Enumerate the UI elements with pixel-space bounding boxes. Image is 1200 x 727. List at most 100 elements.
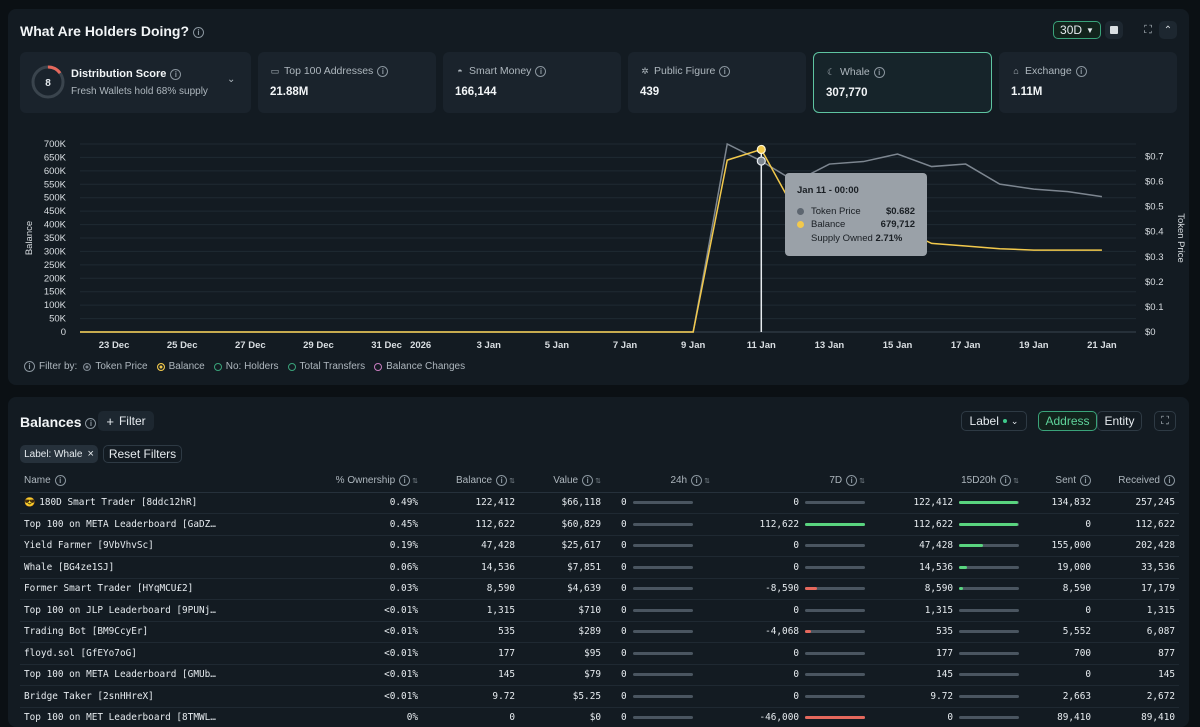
table-row[interactable]: Top 100 on META Leaderboard [GMUb… <0.01%… [20, 664, 1179, 686]
cell-received: 1,315 [1091, 599, 1179, 622]
close-icon[interactable]: × [87, 448, 93, 460]
info-icon[interactable]: i [1000, 475, 1012, 487]
chevron-down-icon[interactable]: ⌄ [227, 74, 235, 85]
cell-7d: 0 [710, 556, 865, 579]
cell-name[interactable]: Top 100 on JLP Leaderboard [9PUNj… [20, 599, 220, 622]
card-whale[interactable]: ☾ Whale i 307,770 [813, 52, 992, 113]
info-icon[interactable]: i [1080, 475, 1091, 487]
sort-icon[interactable]: ⇅ [412, 478, 418, 485]
legend-item[interactable]: Balance [156, 361, 205, 372]
legend-item[interactable]: Total Transfers [287, 361, 365, 372]
x-tick-label: 7 Jan [613, 340, 637, 351]
info-icon[interactable]: i [399, 475, 411, 487]
legend-item[interactable]: No: Holders [213, 361, 279, 372]
legend-item[interactable]: Balance Changes [374, 361, 465, 372]
reset-filters-button[interactable]: Reset Filters [103, 445, 182, 463]
cell-name[interactable]: Top 100 on MET Leaderboard [8TMWL… [20, 707, 220, 727]
table-row[interactable]: Whale [BG4ze1SJ] 0.06% 14,536 $7,851 0 0 14,53… [20, 556, 1179, 579]
cell-ownership: 0.49% [220, 492, 418, 514]
col-sent[interactable]: Sent i [1019, 470, 1091, 493]
table-row[interactable]: Top 100 on JLP Leaderboard [9PUNj… <0.01%… [20, 599, 1179, 622]
info-icon[interactable]: i [54, 475, 66, 487]
cell-ownership-text: 0.49% [389, 497, 418, 509]
info-icon[interactable]: i [377, 65, 389, 77]
y2-tick-label: $0.4 [1145, 227, 1164, 238]
table-row[interactable]: Top 100 on META Leaderboard [GaDZ… 0.45% 1… [20, 513, 1179, 536]
x-tick-label: 3 Jan [477, 340, 501, 351]
x-tick-label: 5 Jan [545, 340, 569, 351]
cell-name[interactable]: Trading Bot [BM9CcyEr] [20, 621, 220, 643]
sort-icon[interactable]: ⇅ [859, 478, 865, 485]
tab-address[interactable]: Address [1038, 411, 1097, 431]
table-row[interactable]: floyd.sol [GfEYo7oG] <0.01% 177 $95 0 0 177 700… [20, 642, 1179, 665]
cell-7d-text: 0 [793, 561, 799, 573]
col-received[interactable]: Received i [1091, 470, 1179, 493]
info-icon[interactable]: i [1075, 65, 1087, 77]
card-top-100[interactable]: ▭ Top 100 Addresses i 21.88M [258, 52, 436, 113]
cell-24h-text: 0 [621, 518, 627, 530]
sort-icon[interactable]: ⇅ [509, 478, 515, 485]
table-row[interactable]: Trading Bot [BM9CcyEr] <0.01% 535 $289 0 -4,0… [20, 621, 1179, 643]
distribution-score-card[interactable]: 8 Distribution Score i Fresh Wallets hold… [20, 52, 251, 113]
card-smart-money[interactable]: ◓ Smart Money i 166,144 [443, 52, 621, 113]
info-icon[interactable]: i [582, 475, 594, 487]
cell-name[interactable]: Bridge Taker [2snHHreX] [20, 685, 220, 708]
table-row[interactable]: Bridge Taker [2snHHreX] <0.01% 9.72 $5.25 0 0… [20, 685, 1179, 708]
col-name[interactable]: Name i [20, 470, 220, 493]
cell-name[interactable]: Whale [BG4ze1SJ] [20, 556, 220, 579]
cell-name[interactable]: Former Smart Trader [HYqMCU£2] [20, 578, 220, 600]
info-icon[interactable]: i [719, 65, 731, 77]
sort-icon[interactable]: ⇅ [595, 478, 601, 485]
info-icon[interactable]: i [846, 475, 858, 487]
col-balance[interactable]: Balance i ⇅ [418, 470, 515, 493]
col-value[interactable]: Value i ⇅ [515, 470, 601, 493]
info-icon[interactable]: i [691, 475, 703, 487]
info-icon[interactable]: i [496, 475, 508, 487]
calendar-icon[interactable] [1105, 21, 1123, 39]
add-filter-button[interactable]: + Filter [98, 411, 154, 431]
info-icon[interactable]: i [85, 417, 97, 429]
filter-chip[interactable]: Label: Whale × [20, 445, 98, 463]
table-row[interactable]: Top 100 on MET Leaderboard [8TMWL… 0% 0 $0 0… [20, 707, 1179, 727]
sort-icon[interactable]: ⇅ [704, 478, 710, 485]
card-label: Top 100 Addresses [284, 65, 374, 77]
cell-value: $4,639 [515, 578, 601, 600]
tab-entity[interactable]: Entity [1097, 411, 1142, 431]
info-icon[interactable]: i [1164, 475, 1175, 487]
legend-item[interactable]: Token Price [83, 361, 148, 372]
tab-entity-label: Entity [1104, 414, 1135, 428]
cell-15d20h-text: 0 [947, 712, 953, 724]
table-row[interactable]: Former Smart Trader [HYqMCU£2] 0.03% 8,590… [20, 578, 1179, 600]
label-select[interactable]: Label ⌄ [961, 411, 1027, 431]
info-icon[interactable]: i [873, 66, 885, 78]
cell-24h-bar [632, 608, 693, 612]
cell-received-text: 17,179 [1141, 583, 1175, 595]
sort-icon[interactable]: ⇅ [1013, 478, 1019, 485]
info-icon[interactable]: i [535, 65, 547, 77]
info-icon[interactable]: i [24, 361, 35, 372]
card-value: 439 [640, 86, 660, 98]
expand-icon[interactable]: ⛶ [1139, 21, 1157, 39]
range-select[interactable]: 30D ▼ [1053, 21, 1101, 39]
col-7d[interactable]: 7D i ⇅ [710, 470, 865, 493]
cell-7d: 0 [710, 664, 865, 686]
expand-icon[interactable]: ⛶ [1154, 411, 1176, 431]
card-exchange[interactable]: ⌂ Exchange i 1.11M [999, 52, 1177, 113]
info-icon[interactable]: i [193, 26, 205, 38]
card-public-figure[interactable]: ✲ Public Figure i 439 [628, 52, 806, 113]
col-15d20h[interactable]: 15D20h i ⇅ [865, 470, 1019, 493]
cell-name[interactable]: 😎 180D Smart Trader [8ddc12hR] [20, 492, 220, 514]
col-ownership[interactable]: % Ownership i ⇅ [220, 470, 418, 493]
table-row[interactable]: Yield Farmer [9VbVhvSc] 0.19% 47,428 $25,61… [20, 535, 1179, 557]
cell-name[interactable]: floyd.sol [GfEYo7oG] [20, 642, 220, 665]
cell-sent: 155,000 [1019, 535, 1091, 557]
collapse-icon[interactable]: ⌃ [1159, 21, 1177, 39]
cell-name[interactable]: Yield Farmer [9VbVhvSc] [20, 535, 220, 557]
table-row[interactable]: 😎 180D Smart Trader [8ddc12hR] 0.49% 122,41… [20, 492, 1179, 514]
info-icon[interactable]: i [170, 68, 182, 80]
cell-24h: 0 [601, 513, 710, 536]
cell-name[interactable]: Top 100 on META Leaderboard [GMUb… [20, 664, 220, 686]
col-24h[interactable]: 24h i ⇅ [601, 470, 710, 493]
cell-name[interactable]: Top 100 on META Leaderboard [GaDZ… [20, 513, 220, 536]
holders-chart[interactable]: 700K 650K 600K 550K 500K 450K 400K 350K 300K 250K… [8, 124, 1189, 360]
